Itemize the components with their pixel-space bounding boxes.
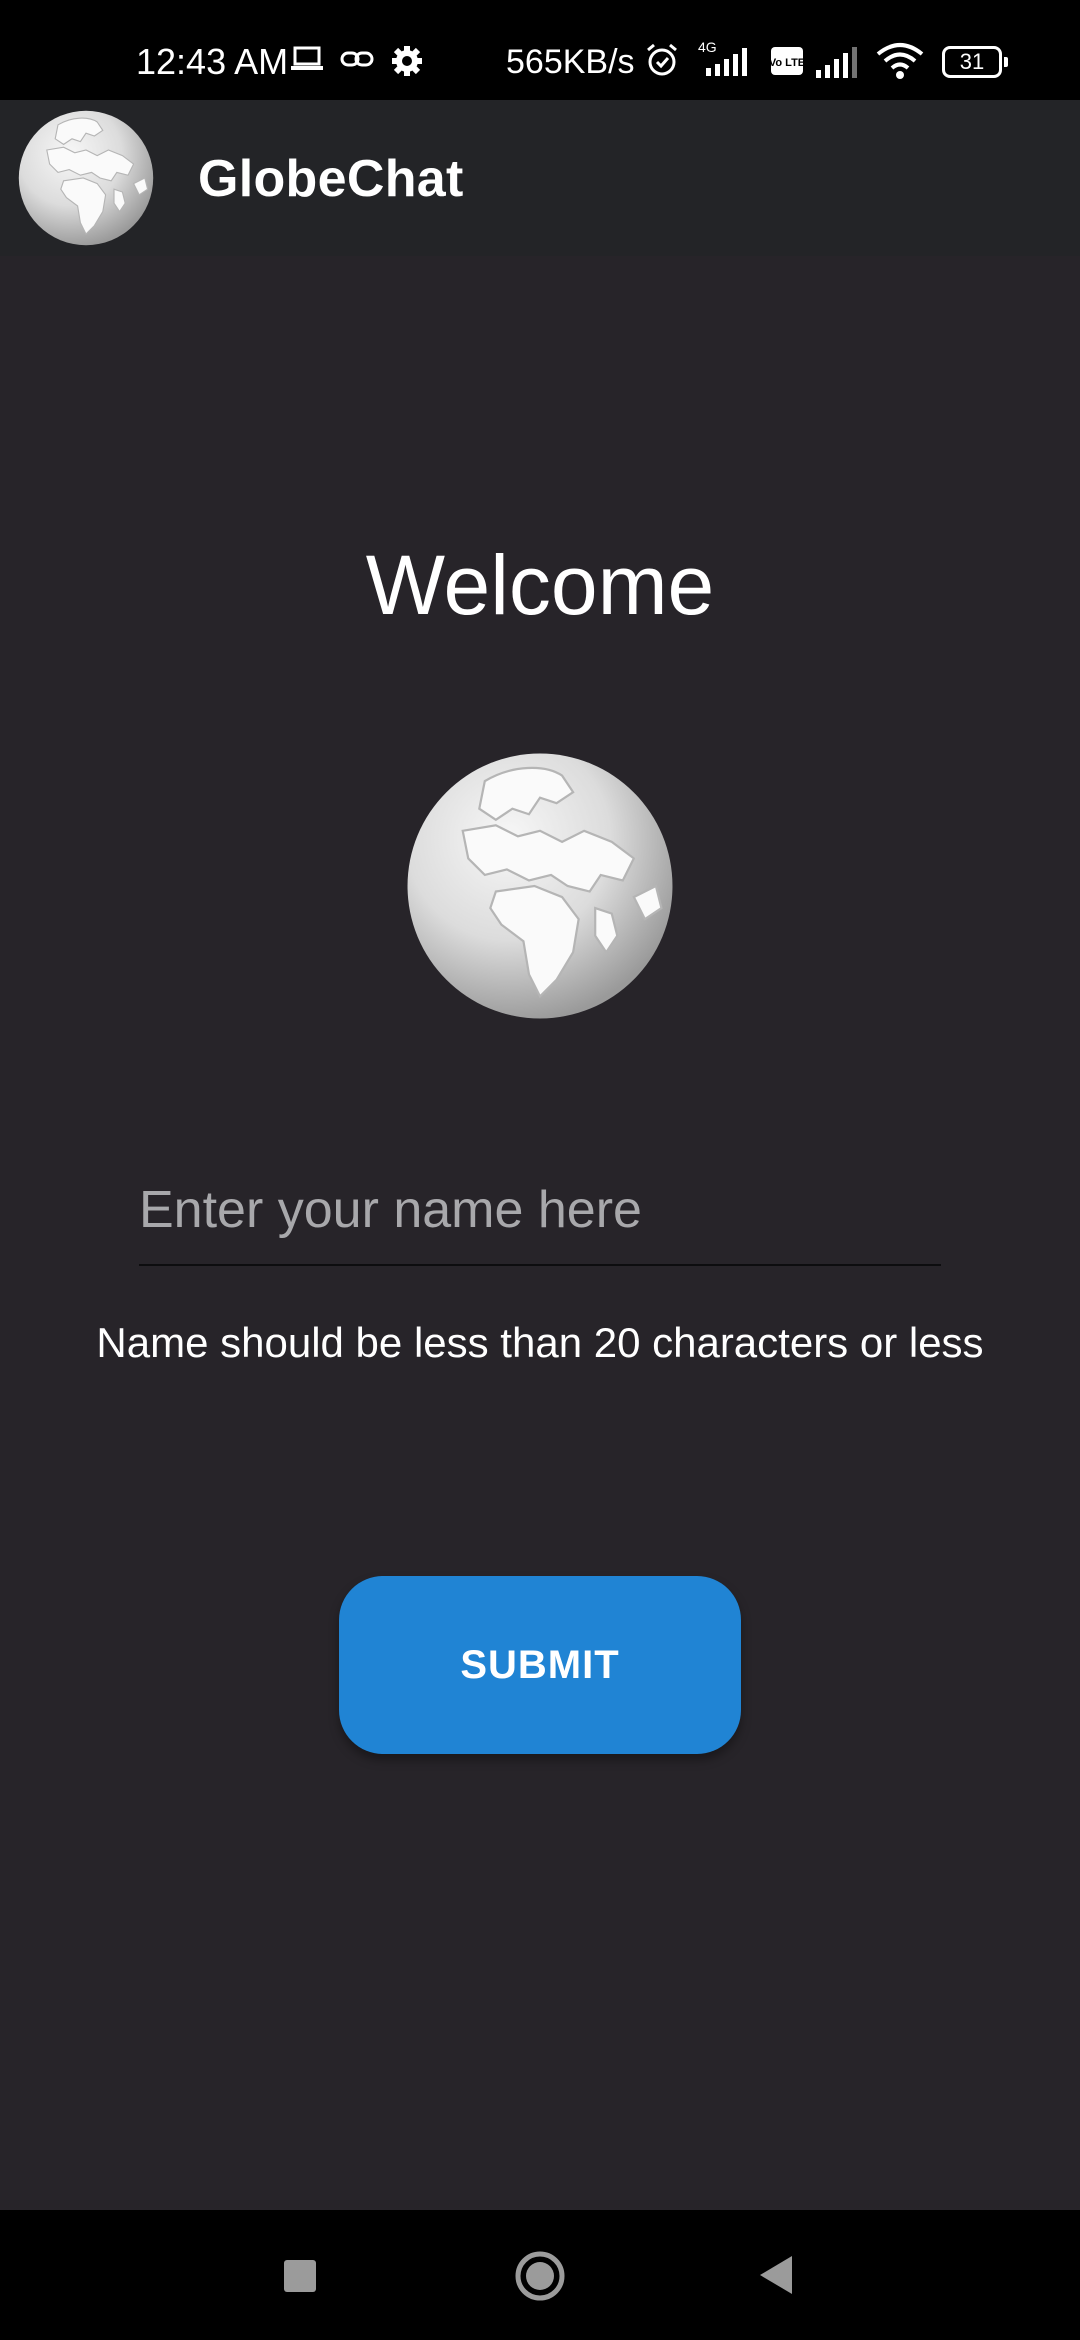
back-icon[interactable]: [758, 2254, 794, 2296]
laptop-icon: [290, 44, 324, 79]
network-speed: 565KB/s: [506, 43, 635, 81]
home-icon[interactable]: [514, 2250, 566, 2302]
name-input[interactable]: [139, 1168, 941, 1252]
status-time: 12:43 AM: [136, 41, 289, 82]
globe-icon: [16, 108, 156, 248]
volte-label: Vo LTE: [770, 57, 804, 69]
battery-icon: 31: [942, 46, 1008, 78]
volte-icon: Vo LTE: [769, 46, 805, 81]
wifi-icon: [874, 42, 926, 85]
nav-bar: [0, 2210, 1080, 2340]
link-icon: [340, 44, 374, 79]
app-title: GlobeChat: [198, 150, 464, 208]
submit-button[interactable]: SUBMIT: [339, 1576, 741, 1754]
app-bar: GlobeChat: [0, 100, 1080, 256]
welcome-heading: Welcome: [365, 538, 715, 632]
signal-icon: 4G: [694, 38, 764, 85]
status-bar: 12:43 AM 565KB/s 4G Vo LTE 31: [0, 0, 1080, 100]
name-field: [139, 1168, 941, 1266]
screen: 12:43 AM 565KB/s 4G Vo LTE 31 GlobeChat …: [0, 0, 1080, 2340]
recents-icon[interactable]: [284, 2260, 316, 2292]
network-type-label: 4G: [698, 39, 717, 55]
gear-icon: [390, 44, 424, 83]
signal-icon: [814, 46, 862, 83]
battery-level: 31: [959, 49, 985, 74]
name-hint: Name should be less than 20 characters o…: [96, 1319, 984, 1366]
globe-illustration: [402, 748, 678, 1024]
alarm-icon: [644, 42, 680, 83]
